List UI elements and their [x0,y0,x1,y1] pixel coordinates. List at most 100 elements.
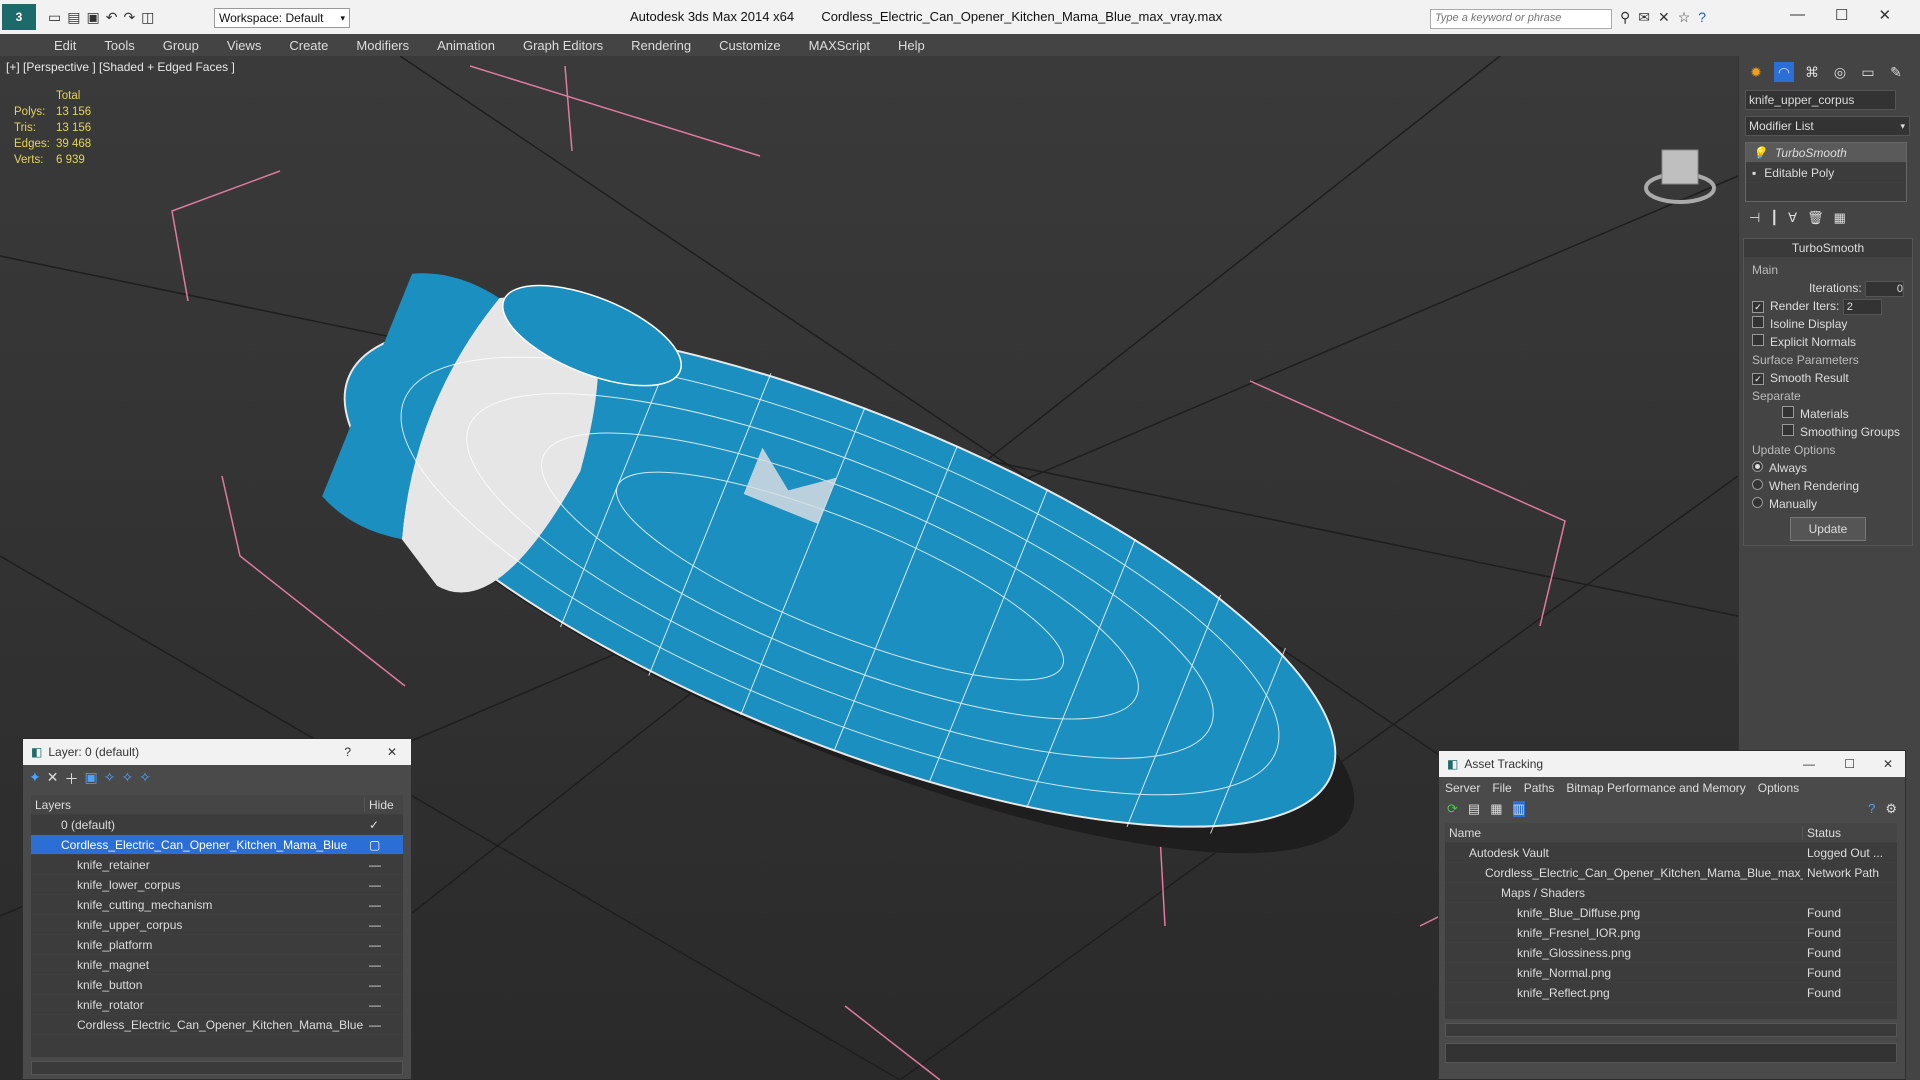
new-file-icon[interactable]: ▭ [48,9,61,26]
menu-group[interactable]: Group [149,38,213,53]
close-icon[interactable]: ✕ [1878,6,1891,24]
exchange-icon[interactable]: ✕ [1658,9,1670,26]
asset-menu-file[interactable]: File [1492,781,1511,795]
bulb-icon[interactable]: 💡 [1752,146,1767,160]
asset-menu-bitmap[interactable]: Bitmap Performance and Memory [1566,781,1745,795]
stack-item-editable-poly[interactable]: ▪ Editable Poly [1746,163,1906,183]
col-status[interactable]: Status [1802,825,1897,840]
maximize-icon[interactable]: ☐ [1835,6,1848,24]
smoothing-groups-checkbox[interactable] [1782,424,1794,436]
star-icon[interactable]: ☆ [1678,9,1691,26]
help-icon[interactable]: ? [1868,801,1875,817]
workspace-dropdown[interactable]: Workspace: Default ▾ [214,8,350,28]
menu-maxscript[interactable]: MAXScript [795,38,884,53]
modifier-list-dropdown[interactable]: Modifier List ▾ [1745,116,1910,136]
configure-sets-icon[interactable]: ▦ [1834,210,1846,226]
layer-horizontal-scrollbar[interactable] [31,1061,403,1075]
rollout-title[interactable]: TurboSmooth [1744,239,1912,257]
add-to-layer-icon[interactable]: ＋ [64,769,78,789]
layer-row[interactable]: knife_rotator — [31,995,403,1015]
utilities-tab-icon[interactable]: ✎ [1886,62,1906,82]
menu-help[interactable]: Help [884,38,939,53]
settings-icon[interactable]: ⚙ [1885,801,1897,817]
asset-row[interactable]: knife_Blue_Diffuse.png Found [1445,903,1897,923]
layer-row[interactable]: knife_magnet — [31,955,403,975]
open-file-icon[interactable]: ▤ [67,9,80,26]
hide-all-icon[interactable]: ✧ [121,769,133,789]
layer-row[interactable]: Cordless_Electric_Can_Opener_Kitchen_Mam… [31,1015,403,1035]
manually-radio[interactable] [1752,497,1763,508]
materials-checkbox[interactable] [1782,406,1794,418]
explicit-normals-checkbox[interactable] [1752,334,1764,346]
search-input[interactable] [1431,10,1609,26]
when-rendering-radio[interactable] [1752,479,1763,490]
table-view-icon[interactable]: ▥ [1512,801,1525,817]
undo-icon[interactable]: ↶ [106,9,118,26]
project-folder-icon[interactable]: ◫ [141,9,154,26]
app-logo[interactable]: 3 [2,4,36,30]
remove-modifier-icon[interactable]: 🗑 [1807,210,1824,226]
menu-animation[interactable]: Animation [423,38,509,53]
save-icon[interactable]: ▣ [86,9,99,26]
binoculars-icon[interactable]: ⚲ [1620,9,1630,26]
menu-views[interactable]: Views [213,38,275,53]
always-radio[interactable] [1752,461,1763,472]
redo-icon[interactable]: ↷ [123,9,135,26]
modify-tab-icon[interactable]: ◠ [1774,62,1794,82]
asset-row[interactable]: Maps / Shaders [1445,883,1897,903]
asset-row[interactable]: knife_Fresnel_IOR.png Found [1445,923,1897,943]
render-iters-spinner[interactable]: 2 [1842,299,1882,315]
make-unique-icon[interactable]: ∀ [1788,210,1797,226]
layer-row[interactable]: knife_retainer — [31,855,403,875]
help-icon[interactable]: ? [1698,9,1706,26]
delete-layer-icon[interactable]: ✕ [47,769,59,789]
show-end-result-icon[interactable]: ┃ [1770,210,1778,226]
menu-tools[interactable]: Tools [90,38,148,53]
help-icon[interactable]: ? [344,745,351,759]
select-objects-icon[interactable]: ▣ [84,769,97,789]
update-button[interactable]: Update [1789,517,1867,541]
asset-row[interactable]: knife_Normal.png Found [1445,963,1897,983]
freeze-all-icon[interactable]: ✧ [139,769,151,789]
asset-menu-options[interactable]: Options [1758,781,1799,795]
col-name[interactable]: Name [1445,826,1802,840]
layer-row[interactable]: 0 (default) ✓ [31,815,403,835]
layer-row[interactable]: knife_button — [31,975,403,995]
search-box[interactable] [1430,9,1612,29]
refresh-icon[interactable]: ⟳ [1447,801,1458,817]
asset-row[interactable]: Cordless_Electric_Can_Opener_Kitchen_Mam… [1445,863,1897,883]
menu-customize[interactable]: Customize [705,38,794,53]
smooth-result-checkbox[interactable]: ✓ [1752,373,1764,385]
object-name-field[interactable]: knife_upper_corpus [1745,90,1896,110]
menu-rendering[interactable]: Rendering [617,38,705,53]
asset-path-field[interactable] [1445,1043,1897,1063]
minimize-icon[interactable]: — [1803,757,1815,771]
minimize-icon[interactable]: — [1790,6,1805,24]
display-tab-icon[interactable]: ▭ [1858,62,1878,82]
list-view-icon[interactable]: ▤ [1468,801,1480,817]
isoline-checkbox[interactable] [1752,316,1764,328]
iterations-spinner[interactable]: 0 [1865,281,1904,297]
new-layer-icon[interactable]: ✦ [29,769,41,789]
maximize-icon[interactable]: ☐ [1844,757,1855,771]
layer-row[interactable]: knife_upper_corpus — [31,915,403,935]
layer-row[interactable]: knife_platform — [31,935,403,955]
asset-menu-paths[interactable]: Paths [1524,781,1555,795]
menu-create[interactable]: Create [275,38,342,53]
close-icon[interactable]: ✕ [1883,757,1893,771]
hierarchy-tab-icon[interactable]: ⌘ [1802,62,1822,82]
motion-tab-icon[interactable]: ◎ [1830,62,1850,82]
menu-edit[interactable]: Edit [40,38,90,53]
layer-row[interactable]: knife_lower_corpus — [31,875,403,895]
menu-graph-editors[interactable]: Graph Editors [509,38,617,53]
asset-menu-server[interactable]: Server [1445,781,1480,795]
render-iters-checkbox[interactable]: ✓ [1752,301,1764,313]
stack-item-turbosmooth[interactable]: 💡 TurboSmooth [1746,143,1906,163]
asset-row[interactable]: knife_Glossiness.png Found [1445,943,1897,963]
col-hide[interactable]: Hide [364,797,403,812]
layer-row[interactable]: Cordless_Electric_Can_Opener_Kitchen_Mam… [31,835,403,855]
communication-icon[interactable]: ✉ [1638,9,1650,26]
create-tab-icon[interactable]: ✹ [1746,62,1766,82]
col-layers[interactable]: Layers [31,798,364,812]
pin-stack-icon[interactable]: ⊣ [1749,210,1760,226]
